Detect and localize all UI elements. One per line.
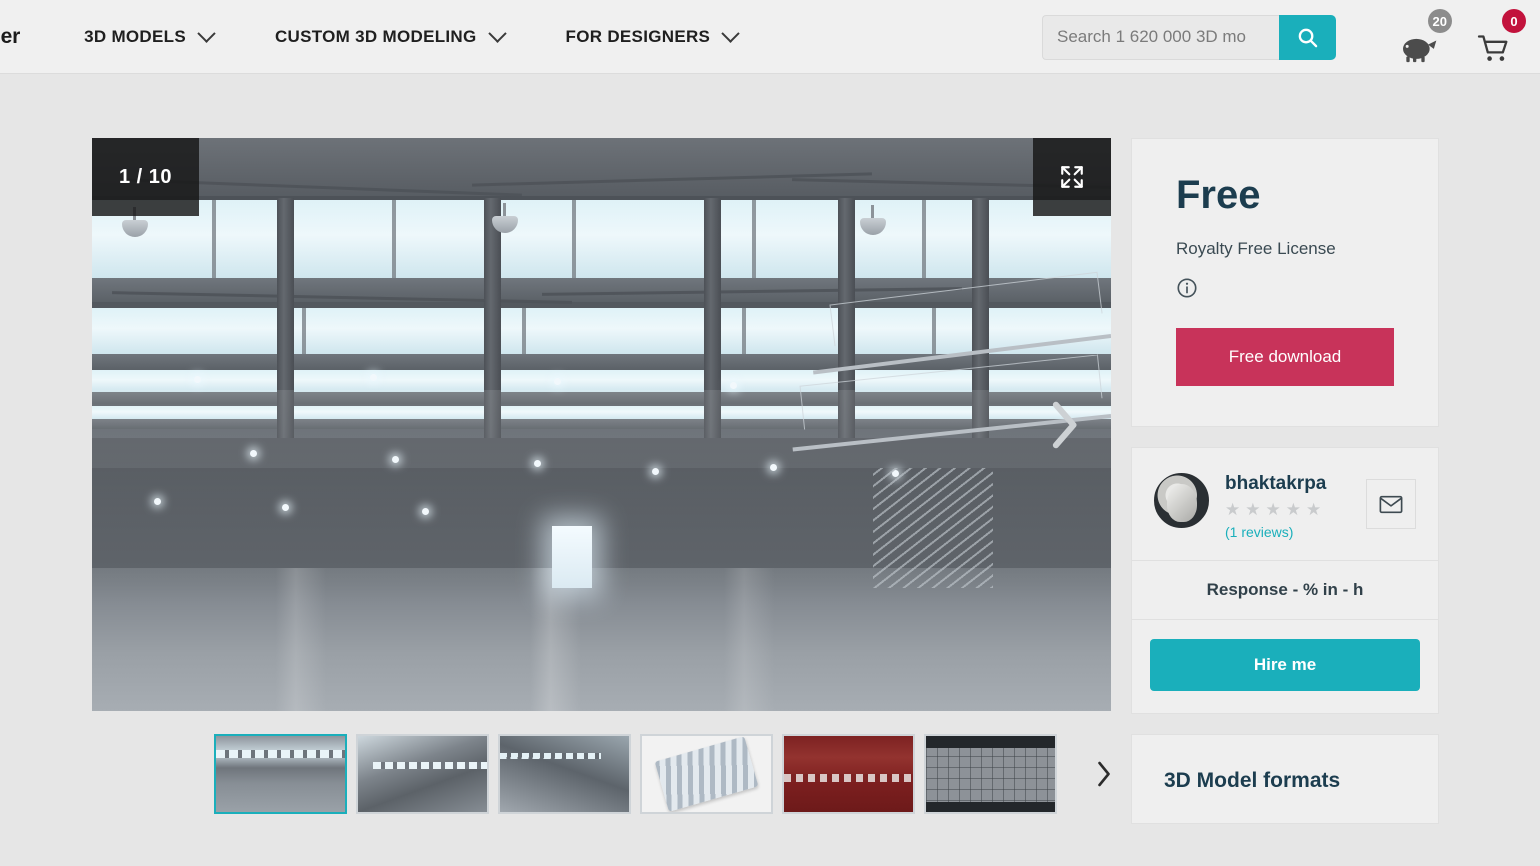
chevron-down-icon xyxy=(487,24,507,43)
chevron-right-icon xyxy=(1052,401,1077,448)
hire-me-button[interactable]: Hire me xyxy=(1150,639,1420,691)
savings-piggy-button[interactable]: 20 xyxy=(1392,9,1452,63)
license-label: Royalty Free License xyxy=(1176,239,1336,258)
star-icon: ★ xyxy=(1225,500,1241,519)
author-name[interactable]: bhaktakrpa xyxy=(1225,473,1358,495)
thumbnails-next-button[interactable] xyxy=(1088,754,1118,794)
response-stats: Response - % in - h xyxy=(1132,560,1438,619)
free-download-button[interactable]: Free download xyxy=(1176,328,1394,386)
site-logo[interactable]: der xyxy=(0,25,20,49)
author-meta: bhaktakrpa ★ ★ ★ ★ ★ (1 reviews) xyxy=(1225,473,1358,540)
site-header: der 3D MODELS CUSTOM 3D MODELING FOR DES… xyxy=(0,0,1540,74)
star-icon: ★ xyxy=(1285,500,1301,519)
main-product-image xyxy=(92,138,1111,711)
author-header: bhaktakrpa ★ ★ ★ ★ ★ (1 reviews) xyxy=(1132,448,1438,560)
author-card: bhaktakrpa ★ ★ ★ ★ ★ (1 reviews) Respons… xyxy=(1131,447,1439,714)
search-button[interactable] xyxy=(1279,14,1336,60)
fullscreen-button[interactable] xyxy=(1033,138,1111,216)
gallery-next-button[interactable] xyxy=(1039,392,1089,458)
product-sidebar: Free Royalty Free License Free download … xyxy=(1131,138,1439,844)
nav-item-3d-models[interactable]: 3D MODELS xyxy=(84,24,216,47)
price-card: Free Royalty Free License Free download xyxy=(1131,138,1439,427)
nav-label: CUSTOM 3D MODELING xyxy=(274,26,477,46)
thumbnail-item[interactable] xyxy=(640,734,773,814)
expand-icon xyxy=(1061,166,1083,188)
thumbnail-strip xyxy=(214,734,1118,814)
rating-stars[interactable]: ★ ★ ★ ★ ★ xyxy=(1225,501,1358,518)
search-input[interactable] xyxy=(1042,14,1279,60)
reviews-link[interactable]: (1 reviews) xyxy=(1225,524,1358,540)
page-body: 1 / 10 Free Royalty Free License Free do… xyxy=(0,74,1540,866)
star-icon: ★ xyxy=(1245,500,1261,519)
cart-button[interactable]: 0 xyxy=(1468,9,1526,63)
search-bar xyxy=(1042,14,1336,60)
info-circle-icon[interactable] xyxy=(1176,277,1198,299)
price-amount: Free xyxy=(1176,173,1261,217)
thumbnail-item[interactable] xyxy=(924,734,1057,814)
nav-label: 3D MODELS xyxy=(84,26,186,46)
piggy-badge: 20 xyxy=(1427,9,1452,33)
chevron-right-icon xyxy=(1097,761,1110,787)
envelope-icon xyxy=(1379,495,1403,513)
nav-item-custom-3d-modeling[interactable]: CUSTOM 3D MODELING xyxy=(274,24,507,47)
cart-badge: 0 xyxy=(1502,9,1526,33)
star-icon: ★ xyxy=(1265,500,1281,519)
chevron-down-icon xyxy=(197,24,216,43)
shopping-cart-icon xyxy=(1477,35,1508,61)
message-author-button[interactable] xyxy=(1366,479,1416,529)
thumbnail-item[interactable] xyxy=(214,734,347,814)
image-gallery[interactable]: 1 / 10 xyxy=(92,138,1111,711)
nav-label: FOR DESIGNERS xyxy=(565,26,711,46)
chevron-down-icon xyxy=(721,24,740,43)
star-icon: ★ xyxy=(1306,500,1322,519)
header-actions: 20 0 xyxy=(1042,0,1540,74)
hire-section: Hire me xyxy=(1132,619,1438,713)
thumbnail-item[interactable] xyxy=(498,734,631,814)
main-navigation: 3D MODELS CUSTOM 3D MODELING FOR DESIGNE… xyxy=(84,24,799,47)
formats-title: 3D Model formats xyxy=(1164,769,1341,792)
slide-counter: 1 / 10 xyxy=(92,138,199,216)
piggy-bank-icon xyxy=(1403,38,1437,63)
thumbnail-item[interactable] xyxy=(782,734,915,814)
nav-item-for-designers[interactable]: FOR DESIGNERS xyxy=(565,24,740,47)
search-icon xyxy=(1298,28,1318,47)
formats-card: 3D Model formats xyxy=(1131,734,1439,824)
thumbnail-item[interactable] xyxy=(356,734,489,814)
avatar[interactable] xyxy=(1154,473,1209,528)
